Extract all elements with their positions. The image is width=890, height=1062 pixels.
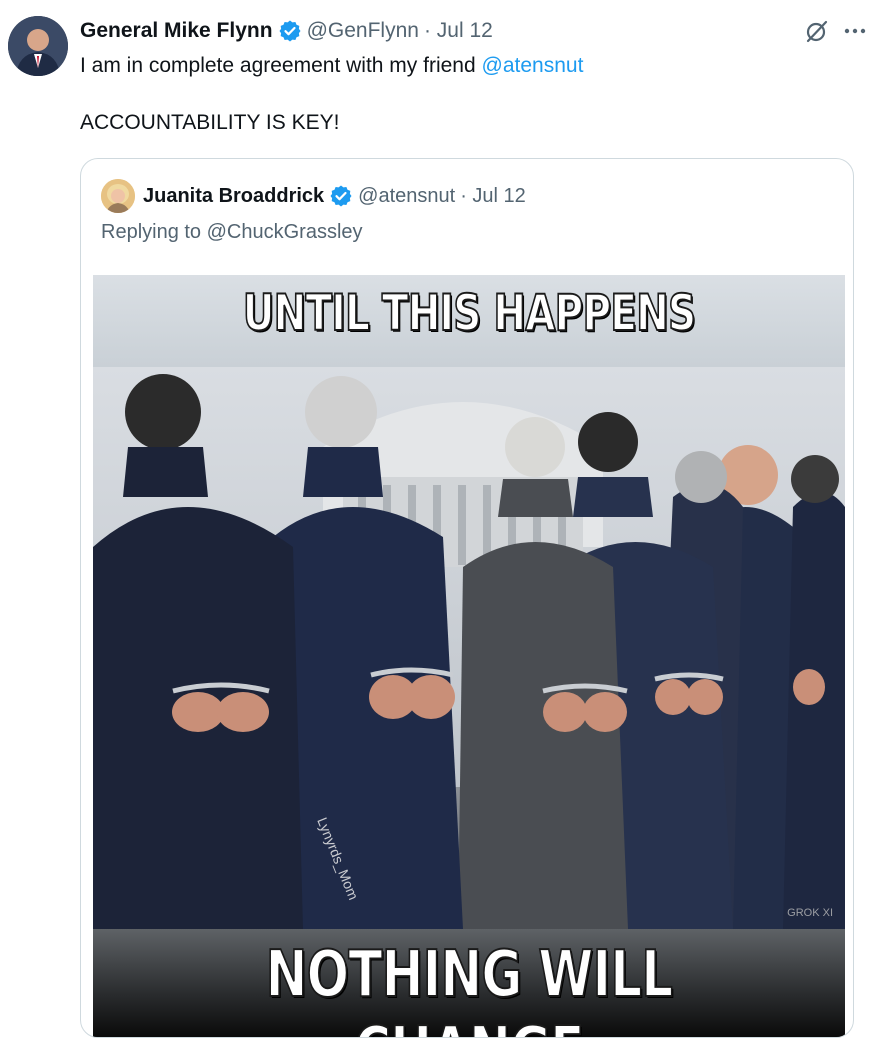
tweet-actions-top [804, 18, 866, 44]
author-avatar[interactable] [8, 16, 68, 76]
quoted-author-avatar[interactable] [101, 179, 135, 213]
meme-bottom-caption: NOTHING WILL CHANGE [265, 937, 674, 1037]
replying-to-handle[interactable]: @ChuckGrassley [207, 221, 363, 243]
quoted-tweet-image[interactable]: UNTIL THIS HAPPENS Lynyrds_Mom GROK XI N… [93, 275, 845, 1037]
meme-photo [93, 367, 845, 929]
quoted-tweet-date[interactable]: · Jul 12 [460, 185, 526, 208]
author-name[interactable]: General Mike Flynn [80, 19, 273, 43]
verified-badge-icon [329, 184, 353, 208]
tweet-text-prefix: I am in complete agreement with my frien… [80, 54, 482, 77]
quoted-author-handle[interactable]: @atensnut [358, 185, 455, 208]
tweet-date[interactable]: · Jul 12 [424, 19, 493, 43]
quoted-tweet-header: Juanita Broaddrick @atensnut · Jul 12 [143, 181, 526, 211]
meme-top-caption: UNTIL THIS HAPPENS [242, 283, 697, 343]
author-handle[interactable]: @GenFlynn [307, 19, 419, 43]
grok-icon[interactable] [804, 18, 830, 44]
tweet-text: I am in complete agreement with my frien… [80, 52, 860, 137]
quoted-author-name[interactable]: Juanita Broaddrick [143, 185, 324, 208]
more-options-icon[interactable] [844, 27, 866, 35]
grok-watermark: GROK XI [787, 907, 833, 919]
quoted-tweet-card[interactable]: Juanita Broaddrick @atensnut · Jul 12 Re… [80, 158, 854, 1038]
verified-badge-icon [278, 19, 302, 43]
tweet-text-line-2: ACCOUNTABILITY IS KEY! [80, 111, 340, 134]
replying-to-line: Replying to @ChuckGrassley [101, 221, 363, 244]
tweet-header: General Mike Flynn @GenFlynn · Jul 12 [80, 16, 493, 46]
tweet-text-line-1: I am in complete agreement with my frien… [80, 52, 860, 80]
replying-to-prefix: Replying to [101, 221, 207, 243]
mention-link[interactable]: @atensnut [482, 54, 584, 77]
